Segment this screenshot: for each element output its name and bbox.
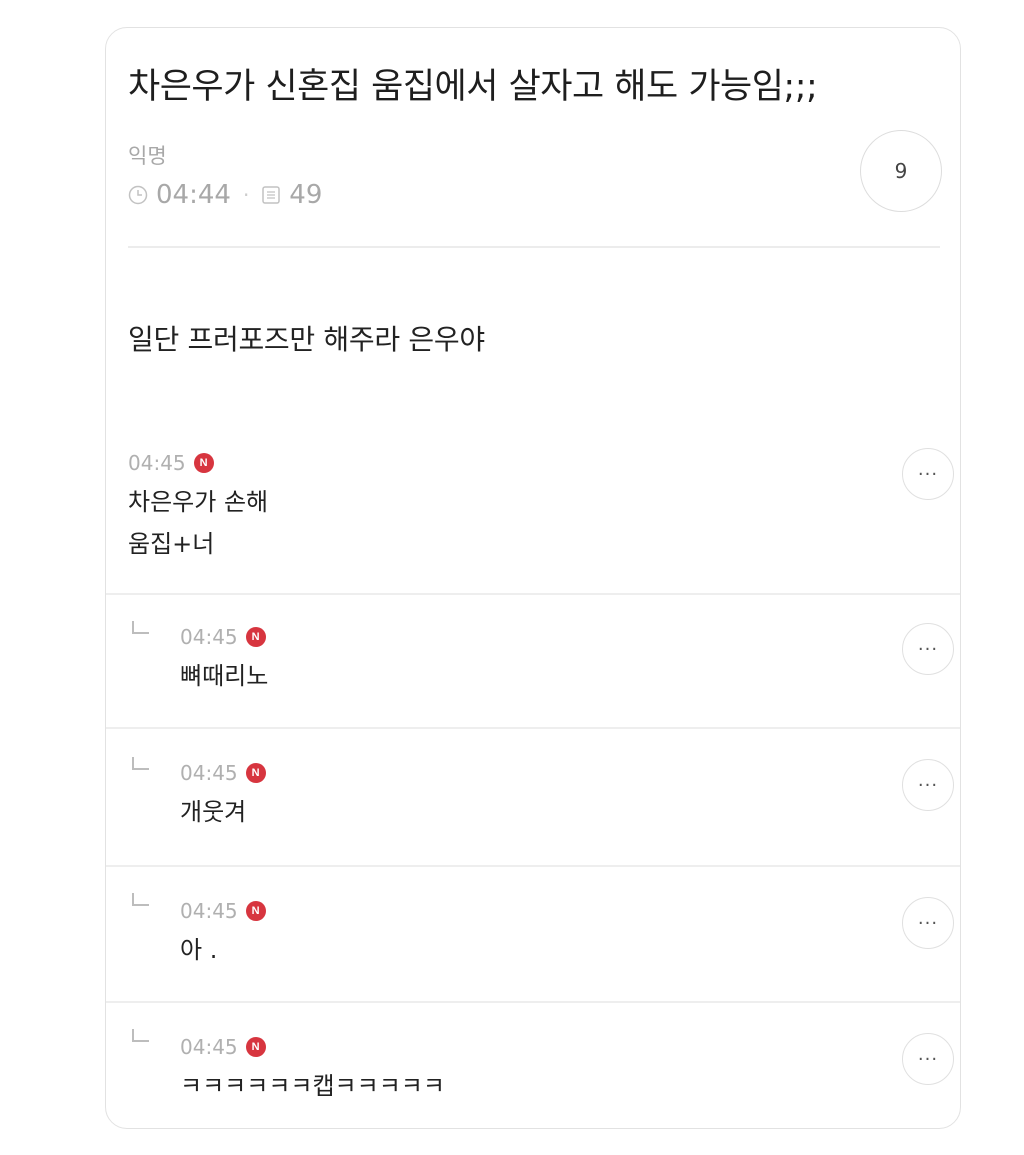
comment-text: 개웃겨	[180, 798, 247, 826]
comment-meta: 04:45 N	[180, 899, 266, 923]
more-button[interactable]: ···	[902, 1033, 954, 1085]
post-views: 49	[289, 180, 323, 210]
comment-time: 04:45	[128, 451, 186, 475]
comment-time: 04:45	[180, 625, 238, 649]
new-badge: N	[193, 453, 214, 473]
comment-text: 뼈때리노	[180, 662, 269, 690]
post-header: 차은우가 신혼집 움집에서 살자고 해도 가능임;;; 익명 04:44 · 4…	[106, 28, 960, 278]
post-card: 차은우가 신혼집 움집에서 살자고 해도 가능임;;; 익명 04:44 · 4…	[105, 27, 961, 1129]
comment-meta: 04:45 N	[180, 761, 266, 785]
reply-arrow-icon	[130, 755, 152, 781]
comment-time: 04:45	[180, 1035, 238, 1059]
new-badge: N	[245, 901, 266, 921]
reply-comment: 04:45 N 개웃겨 ···	[106, 729, 960, 865]
header-divider	[128, 246, 940, 248]
more-icon: ···	[917, 1048, 939, 1070]
comment-time: 04:45	[180, 899, 238, 923]
comment-count: 9	[894, 159, 908, 183]
views-icon	[261, 185, 281, 205]
meta-separator: ·	[242, 183, 250, 207]
reply-arrow-icon	[130, 619, 152, 645]
comment-text: 차은우가 손해 움집+너	[128, 488, 269, 558]
comment-meta: 04:45 N	[180, 1035, 266, 1059]
new-badge: N	[245, 763, 266, 783]
more-button[interactable]: ···	[902, 448, 954, 500]
reply-comment: 04:45 N ㅋㅋㅋㅋㅋㅋ캡ㅋㅋㅋㅋㅋ ···	[106, 1003, 960, 1128]
more-icon: ···	[917, 638, 939, 660]
comment: 04:45 N 차은우가 손해 움집+너 ···	[106, 443, 960, 593]
comment-count-button[interactable]: 9	[860, 130, 942, 212]
more-icon: ···	[917, 774, 939, 796]
post-body: 일단 프러포즈만 해주라 은우야	[128, 323, 485, 356]
new-badge: N	[245, 1037, 266, 1057]
comment-meta: 04:45 N	[180, 625, 266, 649]
reply-arrow-icon	[130, 891, 152, 917]
post-author: 익명	[128, 144, 167, 168]
post-meta: 04:44 · 49	[128, 180, 322, 210]
new-badge: N	[245, 627, 266, 647]
post-time: 04:44	[156, 180, 231, 210]
comment-text: ㅋㅋㅋㅋㅋㅋ캡ㅋㅋㅋㅋㅋ	[180, 1072, 445, 1100]
clock-icon	[128, 185, 148, 205]
more-icon: ···	[917, 912, 939, 934]
comment-time: 04:45	[180, 761, 238, 785]
more-button[interactable]: ···	[902, 623, 954, 675]
reply-comment: 04:45 N 뼈때리노 ···	[106, 595, 960, 727]
more-button[interactable]: ···	[902, 759, 954, 811]
comment-meta: 04:45 N	[128, 451, 214, 475]
more-icon: ···	[917, 463, 939, 485]
reply-comment: 04:45 N 아 . ···	[106, 867, 960, 1001]
more-button[interactable]: ···	[902, 897, 954, 949]
post-title: 차은우가 신혼집 움집에서 살자고 해도 가능임;;;	[128, 67, 818, 107]
reply-arrow-icon	[130, 1027, 152, 1053]
comment-text: 아 .	[180, 936, 218, 964]
